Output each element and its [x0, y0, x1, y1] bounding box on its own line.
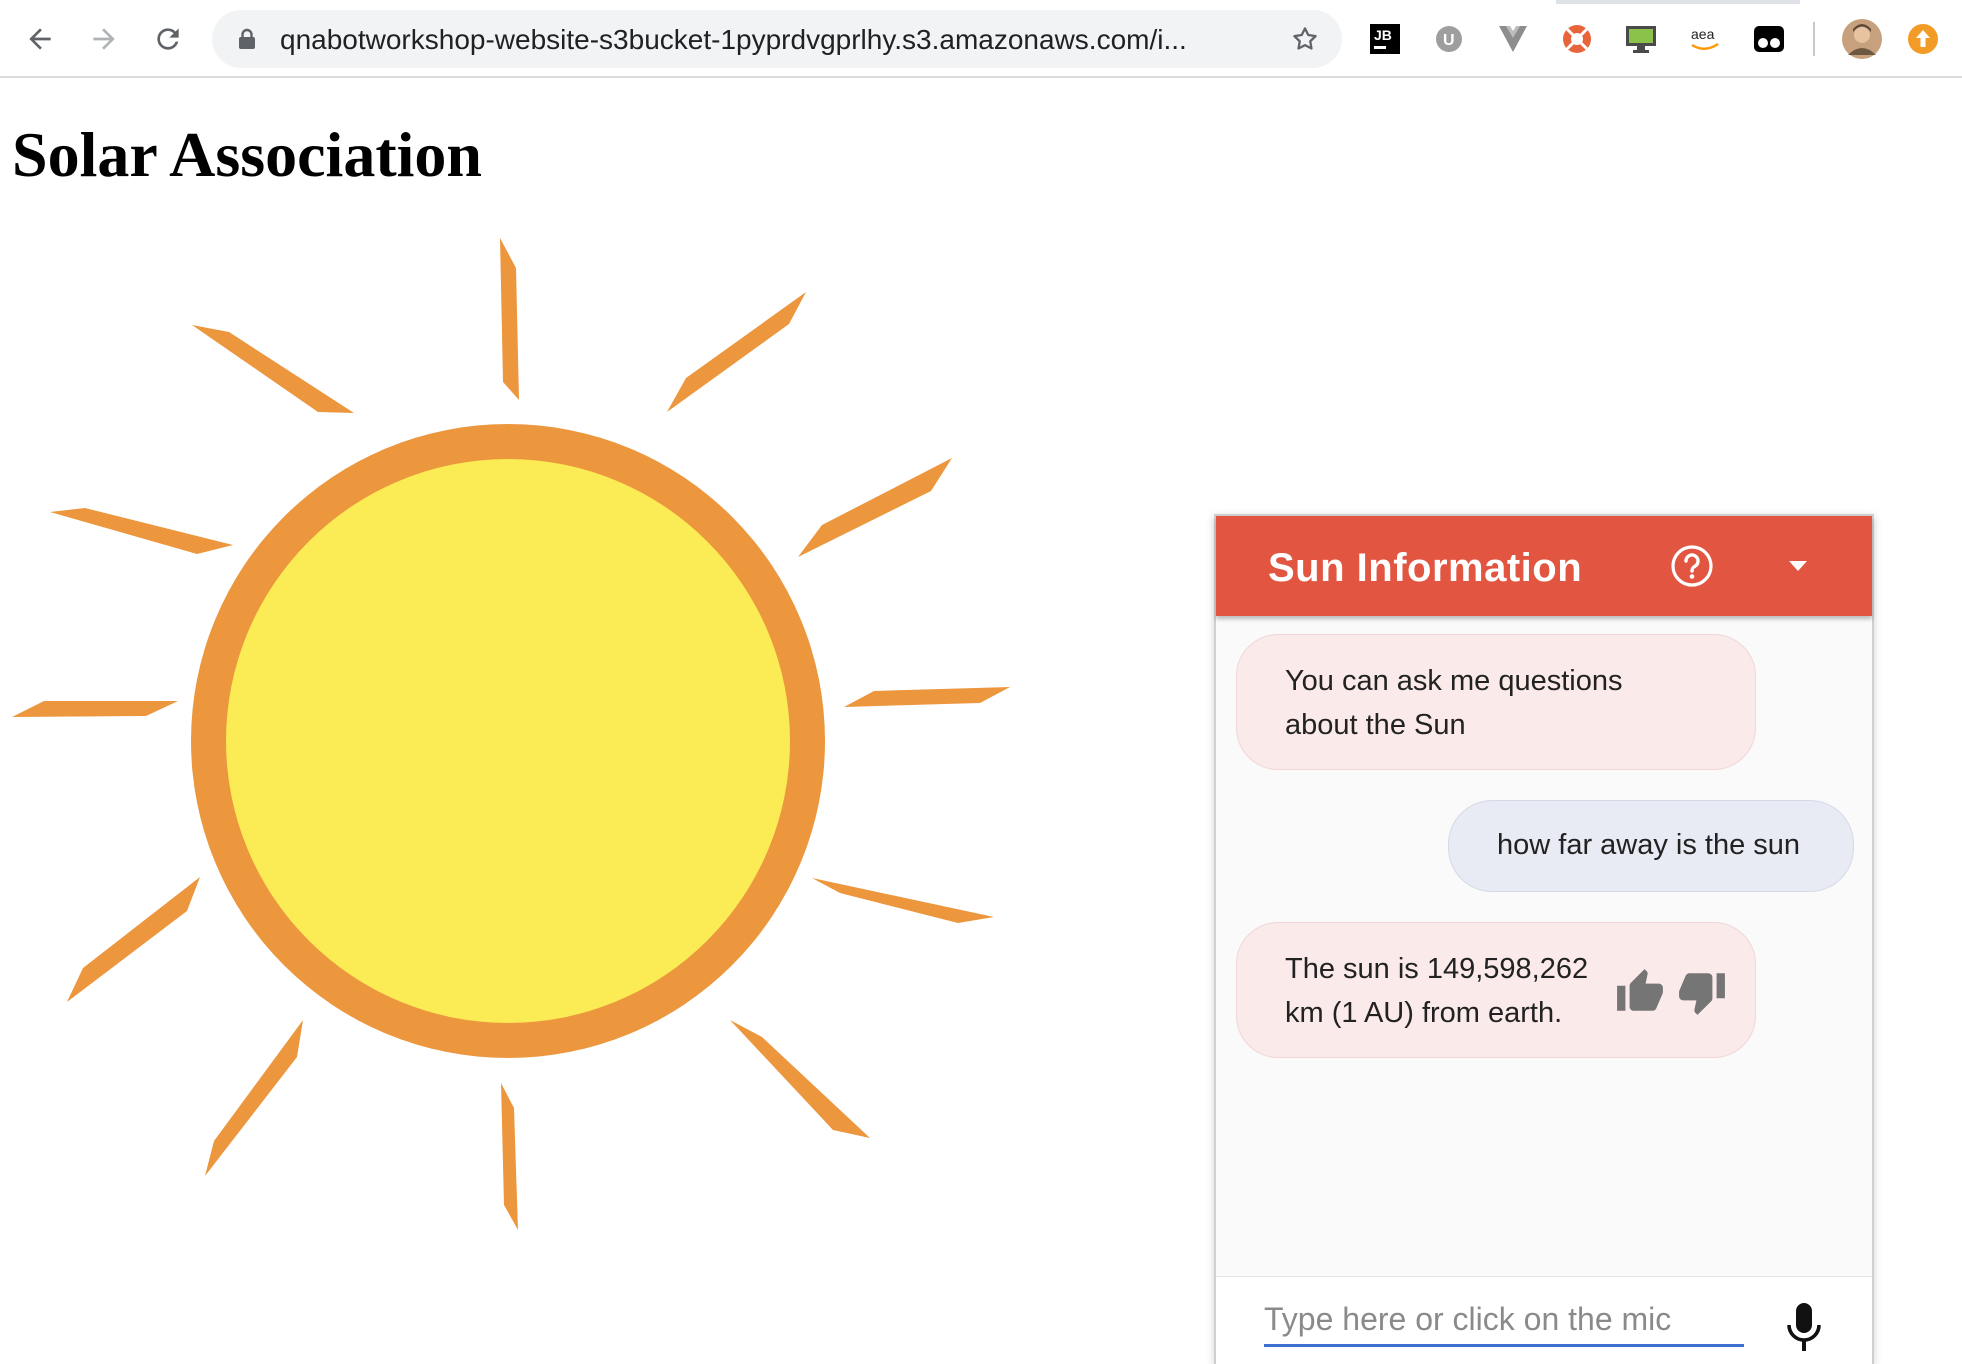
jetbrains-extension-icon[interactable]: JB — [1368, 22, 1402, 56]
tampermonkey-extension-icon[interactable] — [1752, 22, 1786, 56]
sun-ray — [12, 701, 178, 717]
sun-ray — [67, 877, 200, 1002]
reload-icon — [157, 28, 179, 50]
collapse-chevron-down-icon[interactable] — [1782, 550, 1814, 582]
bot-message: The sun is 149,598,262 km (1 AU) from ea… — [1236, 922, 1756, 1058]
sun-ray — [812, 878, 994, 923]
sun-core — [226, 459, 790, 1023]
sun-illustration — [12, 238, 1010, 1230]
chat-input-area — [1216, 1276, 1872, 1364]
chatbot-widget: Sun Information You can ask me questions… — [1214, 514, 1874, 1364]
bookmark-star-icon[interactable] — [1290, 24, 1320, 54]
sun-ray — [205, 1020, 303, 1176]
page-title: Solar Association — [12, 119, 482, 190]
back-button[interactable] — [18, 17, 62, 61]
sun-ray — [844, 687, 1010, 707]
message-text: km (1 AU) from earth. — [1285, 997, 1563, 1029]
forward-icon — [93, 28, 115, 50]
sun-ray — [500, 238, 519, 400]
help-icon[interactable] — [1670, 544, 1714, 588]
chat-header: Sun Information — [1216, 516, 1872, 616]
message-text: You can ask me questions — [1285, 665, 1623, 697]
update-icon[interactable] — [1906, 22, 1940, 56]
toolbar-divider — [1813, 22, 1815, 56]
message-text: how far away is the sun — [1497, 829, 1801, 861]
sun-ray — [730, 1020, 870, 1138]
vue-devtools-extension-icon[interactable] — [1496, 22, 1530, 56]
svg-text:U: U — [1443, 32, 1455, 49]
back-icon — [29, 28, 51, 50]
chat-message-input[interactable] — [1264, 1295, 1744, 1347]
sun-ray — [667, 292, 806, 412]
sun-ray — [192, 325, 354, 413]
chat-title: Sun Information — [1268, 546, 1583, 590]
user-message: how far away is the sun — [1448, 800, 1854, 892]
thumbs-up-icon[interactable] — [1615, 967, 1665, 1017]
tab-strip-edge — [0, 0, 1962, 4]
profile-avatar[interactable] — [1842, 19, 1882, 59]
url-text[interactable]: qnabotworkshop-website-s3bucket-1pyprdvg… — [280, 23, 1240, 57]
reload-button[interactable] — [146, 17, 190, 61]
forward-button[interactable] — [82, 17, 126, 61]
lock-icon — [239, 28, 255, 49]
address-bar[interactable]: qnabotworkshop-website-s3bucket-1pyprdvg… — [212, 10, 1342, 68]
browser-toolbar: qnabotworkshop-website-s3bucket-1pyprdvg… — [0, 0, 1962, 78]
amazon-extension-icon[interactable]: aea — [1688, 22, 1722, 56]
lifebuoy-extension-icon[interactable] — [1560, 22, 1594, 56]
message-text: The sun is 149,598,262 — [1285, 953, 1589, 985]
svg-text:JB: JB — [1374, 27, 1392, 43]
message-text: about the Sun — [1285, 709, 1466, 741]
thumbs-down-icon[interactable] — [1677, 967, 1727, 1017]
sun-ray — [50, 508, 233, 554]
monitor-extension-icon[interactable] — [1624, 22, 1658, 56]
microphone-icon[interactable] — [1782, 1301, 1826, 1353]
ublock-extension-icon[interactable]: U — [1432, 22, 1466, 56]
svg-text:aea: aea — [1691, 26, 1715, 42]
bot-message: You can ask me questions about the Sun — [1236, 634, 1756, 770]
sun-ray — [798, 458, 952, 557]
sun-ray — [501, 1083, 518, 1230]
